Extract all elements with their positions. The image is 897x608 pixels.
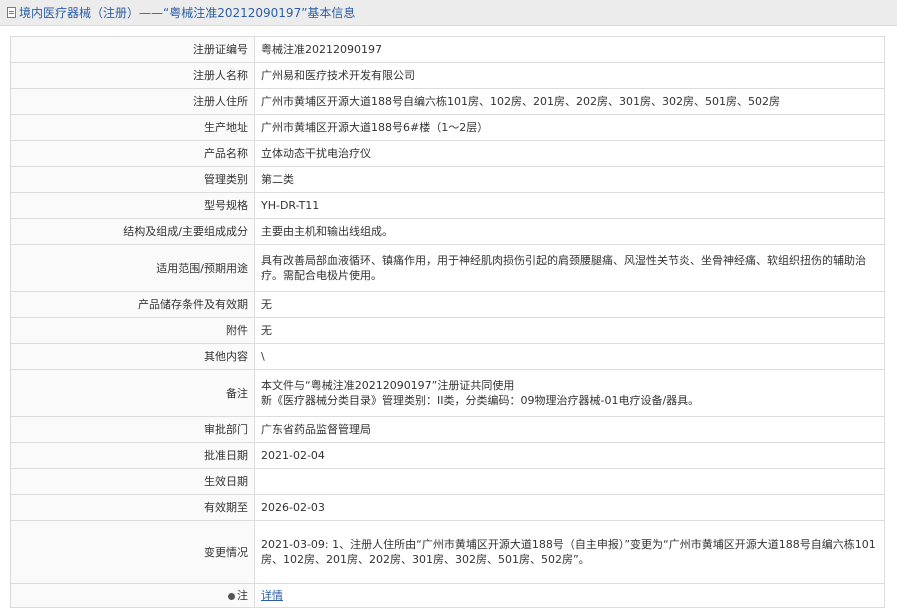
table-row: 审批部门 广东省药品监督管理局	[10, 416, 885, 443]
registrant-name-label: 注册人名称	[10, 62, 255, 89]
table-row: 有效期至 2026-02-03	[10, 494, 885, 521]
remarks-value: 本文件与“粤械注准20212090197”注册证共同使用 新《医疗器械分类目录》…	[254, 369, 885, 417]
other-label: 其他内容	[10, 343, 255, 370]
category-label: 管理类别	[10, 166, 255, 193]
table-row: 产品储存条件及有效期 无	[10, 291, 885, 318]
other-value: \	[254, 343, 885, 370]
structure-value: 主要由主机和输出线组成。	[254, 218, 885, 245]
accessories-value: 无	[254, 317, 885, 344]
product-name-label: 产品名称	[10, 140, 255, 167]
registrant-address-value: 广州市黄埔区开源大道188号自编六栋101房、102房、201房、202房、30…	[254, 88, 885, 115]
registrant-address-label: 注册人住所	[10, 88, 255, 115]
dept-value: 广东省药品监督管理局	[254, 416, 885, 443]
table-row: 批准日期 2021-02-04	[10, 442, 885, 469]
device-info-table: 注册证编号 粤械注准20212090197 注册人名称 广州易和医疗技术开发有限…	[10, 36, 885, 608]
table-row: 生效日期	[10, 468, 885, 495]
page-title: 境内医疗器械（注册）——“粤械注准20212090197”基本信息	[19, 6, 356, 20]
product-name-value: 立体动态干扰电治疗仪	[254, 140, 885, 167]
page-header: 境内医疗器械（注册）——“粤械注准20212090197”基本信息	[0, 0, 897, 26]
production-address-value: 广州市黄埔区开源大道188号6#楼（1～2层）	[254, 114, 885, 141]
registrant-name-value: 广州易和医疗技术开发有限公司	[254, 62, 885, 89]
model-label: 型号规格	[10, 192, 255, 219]
table-row: 其他内容 \	[10, 343, 885, 370]
table-row: 适用范围/预期用途 具有改善局部血液循环、镇痛作用，用于神经肌肉损伤引起的肩颈腰…	[10, 244, 885, 292]
dot-icon	[228, 592, 235, 600]
details-link[interactable]: 详情	[261, 589, 283, 602]
note-label: 注	[237, 589, 248, 602]
table-row: 产品名称 立体动态干扰电治疗仪	[10, 140, 885, 167]
table-row: 管理类别 第二类	[10, 166, 885, 193]
table-row: 注册人名称 广州易和医疗技术开发有限公司	[10, 62, 885, 89]
changes-label: 变更情况	[10, 520, 255, 584]
remarks-line-1: 本文件与“粤械注准20212090197”注册证共同使用	[261, 379, 515, 392]
table-row: 变更情况 2021-03-09: 1、注册人住所由“广州市黄埔区开源大道188号…	[10, 520, 885, 584]
table-row: 生产地址 广州市黄埔区开源大道188号6#楼（1～2层）	[10, 114, 885, 141]
accessories-label: 附件	[10, 317, 255, 344]
table-row: 注册证编号 粤械注准20212090197	[10, 36, 885, 63]
production-address-label: 生产地址	[10, 114, 255, 141]
effective-date-value	[254, 468, 885, 495]
changes-value: 2021-03-09: 1、注册人住所由“广州市黄埔区开源大道188号（自主申报…	[254, 520, 885, 584]
storage-label: 产品储存条件及有效期	[10, 291, 255, 318]
model-value: YH-DR-T11	[254, 192, 885, 219]
table-row: 附件 无	[10, 317, 885, 344]
dept-label: 审批部门	[10, 416, 255, 443]
document-icon	[7, 7, 16, 18]
remarks-line-2: 新《医疗器械分类目录》管理类别：II类，分类编码：09物理治疗器械-01电疗设备…	[261, 394, 700, 407]
table-row: 备注 本文件与“粤械注准20212090197”注册证共同使用 新《医疗器械分类…	[10, 369, 885, 417]
scope-value: 具有改善局部血液循环、镇痛作用，用于神经肌肉损伤引起的肩颈腰腿痛、风湿性关节炎、…	[254, 244, 885, 292]
storage-value: 无	[254, 291, 885, 318]
approval-date-value: 2021-02-04	[254, 442, 885, 469]
category-value: 第二类	[254, 166, 885, 193]
valid-until-label: 有效期至	[10, 494, 255, 521]
approval-date-label: 批准日期	[10, 442, 255, 469]
table-row: 型号规格 YH-DR-T11	[10, 192, 885, 219]
scope-label: 适用范围/预期用途	[10, 244, 255, 292]
remarks-label: 备注	[10, 369, 255, 417]
reg-no-label: 注册证编号	[10, 36, 255, 63]
table-row: 结构及组成/主要组成成分 主要由主机和输出线组成。	[10, 218, 885, 245]
effective-date-label: 生效日期	[10, 468, 255, 495]
reg-no-value: 粤械注准20212090197	[254, 36, 885, 63]
structure-label: 结构及组成/主要组成成分	[10, 218, 255, 245]
valid-until-value: 2026-02-03	[254, 494, 885, 521]
table-row: 注册人住所 广州市黄埔区开源大道188号自编六栋101房、102房、201房、2…	[10, 88, 885, 115]
